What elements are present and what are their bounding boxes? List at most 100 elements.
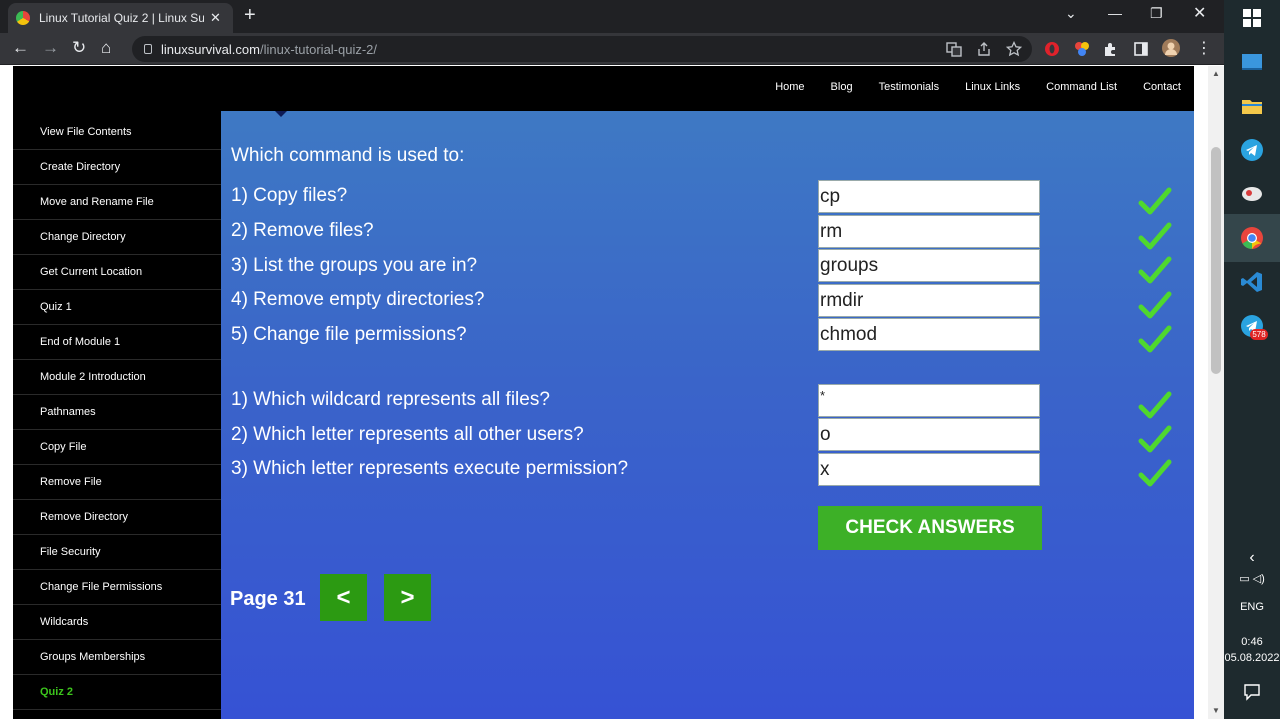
notification-badge: 578 — [1250, 329, 1268, 340]
answer-input[interactable]: cp — [818, 180, 1040, 213]
clock-time[interactable]: 0:46 — [1224, 636, 1280, 648]
quiz-panel: Which command is used to: 1) Copy files?… — [221, 111, 1194, 719]
nav-blog[interactable]: Blog — [831, 81, 853, 93]
question-label: 2) Remove files? — [231, 220, 374, 241]
site-wrapper: Home Blog Testimonials Linux Links Comma… — [13, 66, 1194, 719]
nav-contact[interactable]: Contact — [1143, 81, 1181, 93]
telegram-icon[interactable] — [1240, 138, 1264, 162]
sidebar-item-module-2-introduction[interactable]: Module 2 Introduction — [13, 360, 221, 395]
question-label: 3) Which letter represents execute permi… — [231, 458, 629, 479]
sidebar-item-file-security[interactable]: File Security — [13, 535, 221, 570]
sidebar-item-end-of-module-1[interactable]: End of Module 1 — [13, 325, 221, 360]
sidebar-item-change-directory[interactable]: Change Directory — [13, 220, 221, 255]
sidebar-item-move-rename-file[interactable]: Move and Rename File — [13, 185, 221, 220]
page-viewport: Home Blog Testimonials Linux Links Comma… — [0, 66, 1208, 719]
sidebar-item-pathnames[interactable]: Pathnames — [13, 395, 221, 430]
scroll-down-icon[interactable]: ▼ — [1212, 706, 1220, 715]
answer-input[interactable]: chmod — [818, 318, 1040, 351]
quiz-heading: Which command is used to: — [231, 145, 465, 166]
notifications-icon[interactable] — [1243, 683, 1261, 701]
nav-testimonials[interactable]: Testimonials — [879, 81, 940, 93]
browser-menu-icon[interactable]: ⋮ — [1196, 38, 1212, 58]
language-indicator[interactable]: ENG — [1224, 601, 1280, 613]
translate-icon[interactable] — [946, 41, 962, 57]
checkmark-icon — [1138, 391, 1172, 419]
reload-icon[interactable]: ↻ — [72, 38, 86, 58]
checkmark-icon — [1138, 222, 1172, 250]
sidebar-item-view-file-contents[interactable]: View File Contents — [13, 115, 221, 150]
sidebar-item-quiz-1[interactable]: Quiz 1 — [13, 290, 221, 325]
address-bar[interactable]: linuxsurvival.com/linux-tutorial-quiz-2/ — [132, 36, 1032, 62]
color-extension-icon[interactable] — [1074, 41, 1090, 57]
sidebar-item-groups-memberships[interactable]: Groups Memberships — [13, 640, 221, 675]
vscode-icon[interactable] — [1240, 270, 1264, 294]
scroll-up-icon[interactable]: ▲ — [1212, 69, 1220, 78]
next-page-button[interactable]: > — [384, 574, 431, 621]
previous-page-button[interactable]: < — [320, 574, 367, 621]
checkmark-icon — [1138, 256, 1172, 284]
opera-extension-icon[interactable] — [1044, 41, 1060, 57]
check-answers-button[interactable]: CHECK ANSWERS — [818, 506, 1042, 550]
restore-icon[interactable]: ❐ — [1150, 5, 1163, 22]
sidebar-item-remove-directory[interactable]: Remove Directory — [13, 500, 221, 535]
answer-input[interactable]: o — [818, 418, 1040, 451]
forward-icon[interactable]: → — [42, 38, 59, 58]
close-window-icon[interactable]: ✕ — [1193, 3, 1206, 23]
answer-input[interactable]: * — [818, 384, 1040, 417]
extensions-puzzle-icon[interactable] — [1103, 41, 1119, 57]
site-favicon-icon — [16, 11, 30, 25]
top-navigation: Home Blog Testimonials Linux Links Comma… — [775, 81, 1181, 93]
browser-tab-strip: Linux Tutorial Quiz 2 | Linux Surv ✕ + ⌄… — [0, 0, 1224, 33]
question-label: 3) List the groups you are in? — [231, 255, 478, 276]
clock-date[interactable]: 05.08.2022 — [1224, 652, 1280, 664]
sidebar-item-wildcards[interactable]: Wildcards — [13, 605, 221, 640]
sidebar-item-remove-file[interactable]: Remove File — [13, 465, 221, 500]
back-icon[interactable]: ← — [12, 38, 29, 58]
desktop-app-icon[interactable] — [1240, 50, 1264, 74]
nav-linux-links[interactable]: Linux Links — [965, 81, 1020, 93]
checkmark-icon — [1138, 187, 1172, 215]
tab-search-icon[interactable]: ⌄ — [1065, 5, 1077, 22]
browser-toolbar: ← → ↻ ⌂ linuxsurvival.com/linux-tutorial… — [0, 33, 1224, 65]
page-scrollbar[interactable]: ▲ ▼ — [1208, 66, 1224, 719]
sidebar-item-change-file-permissions[interactable]: Change File Permissions — [13, 570, 221, 605]
battery-volume-icon[interactable]: ▭ ◁) — [1224, 572, 1280, 585]
nav-home[interactable]: Home — [775, 81, 804, 93]
home-icon[interactable]: ⌂ — [101, 38, 111, 58]
chevron-left-icon[interactable]: ‹ — [1224, 549, 1280, 567]
sidebar-item-quiz-2[interactable]: Quiz 2 — [13, 675, 221, 710]
answer-input[interactable]: rm — [818, 215, 1040, 248]
active-menu-pointer — [275, 111, 287, 117]
question-label: 1) Copy files? — [231, 185, 348, 206]
bookmark-star-icon[interactable] — [1006, 41, 1022, 57]
browser-tab[interactable]: Linux Tutorial Quiz 2 | Linux Surv ✕ — [8, 3, 233, 33]
checkmark-icon — [1138, 425, 1172, 453]
scrollbar-thumb[interactable] — [1211, 147, 1221, 374]
checkmark-icon — [1138, 325, 1172, 353]
file-explorer-icon[interactable] — [1240, 94, 1264, 118]
sidebar-item-get-current-location[interactable]: Get Current Location — [13, 255, 221, 290]
sidebar-item-create-directory[interactable]: Create Directory — [13, 150, 221, 185]
question-label: 4) Remove empty directories? — [231, 289, 485, 310]
windows-taskbar: 578 ‹ ▭ ◁) ENG 0:46 05.08.2022 — [1224, 0, 1280, 719]
app-icon[interactable] — [1240, 182, 1264, 206]
question-label: 5) Change file permissions? — [231, 324, 467, 345]
side-panel-icon[interactable] — [1133, 41, 1149, 57]
tab-title: Linux Tutorial Quiz 2 | Linux Surv — [39, 11, 204, 25]
answer-input[interactable]: rmdir — [818, 284, 1040, 317]
minimize-icon[interactable]: — — [1108, 5, 1122, 21]
answer-input[interactable]: groups — [818, 249, 1040, 282]
answer-input[interactable]: x — [818, 453, 1040, 486]
lesson-sidebar: View File Contents Create Directory Move… — [13, 115, 221, 710]
profile-avatar[interactable] — [1162, 39, 1180, 57]
question-label: 1) Which wildcard represents all files? — [231, 389, 550, 410]
sidebar-item-copy-file[interactable]: Copy File — [13, 430, 221, 465]
question-label: 2) Which letter represents all other use… — [231, 424, 584, 445]
share-icon[interactable] — [976, 41, 992, 57]
close-tab-icon[interactable]: ✕ — [210, 10, 221, 26]
new-tab-icon[interactable]: + — [244, 4, 256, 27]
windows-start-icon[interactable] — [1242, 8, 1262, 28]
page-number: Page 31 — [230, 588, 306, 610]
nav-command-list[interactable]: Command List — [1046, 81, 1117, 93]
chrome-icon[interactable] — [1240, 226, 1264, 250]
